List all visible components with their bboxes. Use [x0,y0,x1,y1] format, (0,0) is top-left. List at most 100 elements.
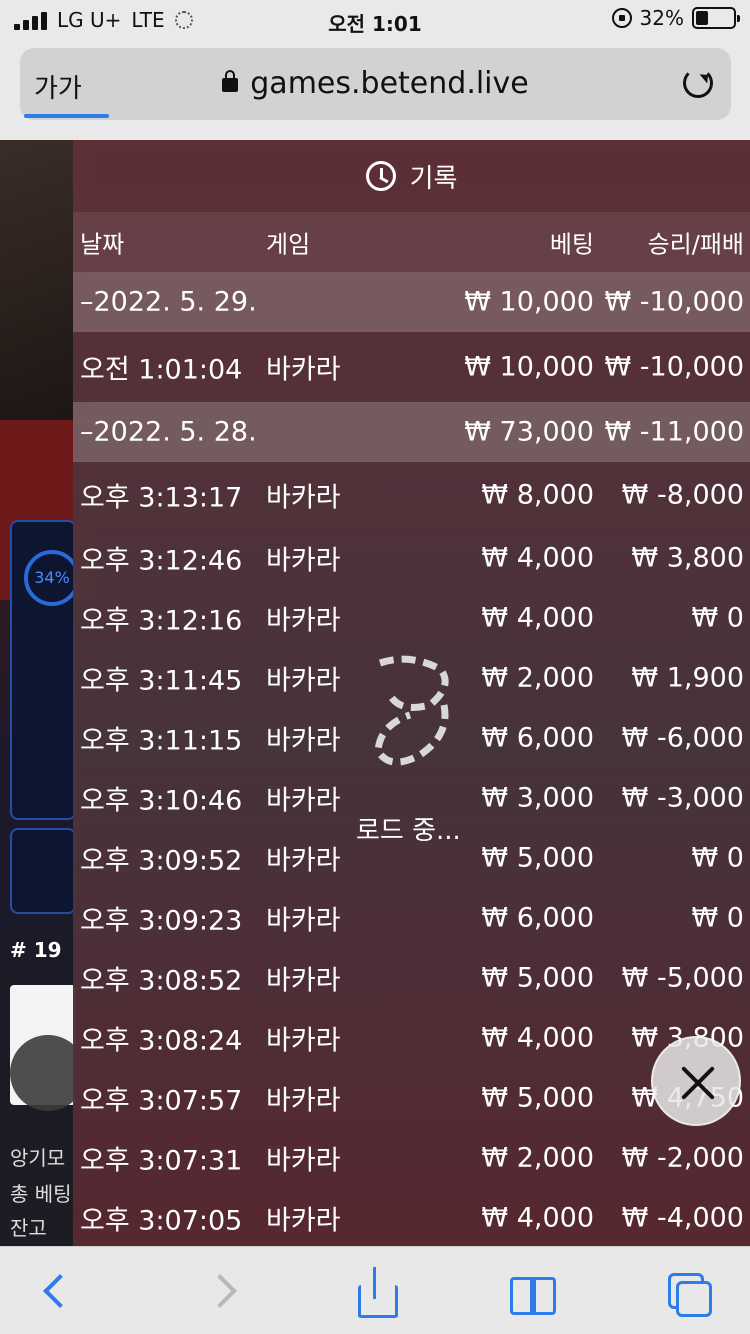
row-result: ₩ 0 [691,602,744,634]
row-game: 바카라 [266,1085,341,1117]
row-date: 오후 3:07:05 [80,1205,243,1237]
history-header: 기록 [73,140,750,212]
history-row: 오후 3:09:23 바카라 ₩ 6,000 ₩ 0 [73,888,750,948]
history-row: 오후 3:13:17 바카라 ₩ 8,000 ₩ -8,000 [73,462,750,528]
address-bar[interactable]: 가가 games.betend.live [20,48,731,120]
lock-icon [222,69,239,92]
progress-ring: 34% [24,550,80,606]
book-icon[interactable] [508,1269,556,1317]
history-row: 오후 3:12:16 바카라 ₩ 4,000 ₩ 0 [73,588,750,648]
reload-icon[interactable] [683,68,713,98]
history-row: 오후 3:07:31 바카라 ₩ 2,000 ₩ -2,000 [73,1128,750,1188]
url-text: games.betend.live [250,66,529,101]
history-row: 오후 3:08:52 바카라 ₩ 5,000 ₩ -5,000 [73,948,750,1008]
room-number: # 19 [10,938,62,962]
date-group-row[interactable]: –2022. 5. 28. ₩ 73,000 ₩ -11,000 [73,402,750,462]
rotation-lock-icon [611,8,632,28]
row-date: 오후 3:07:57 [80,1085,243,1117]
row-bet: ₩ 5,000 [481,1082,594,1114]
row-game: 바카라 [266,905,341,937]
row-date: 오후 3:09:23 [80,905,243,937]
row-date: 오전 1:01:04 [80,354,243,386]
row-date: 오후 3:09:52 [80,845,243,877]
row-date: 오후 3:13:17 [80,482,243,514]
row-date: –2022. 5. 29. [80,286,257,318]
status-bar: LG U+ LTE 오전 1:01 32% [0,0,750,40]
player-name: 앙기모 [10,1146,66,1170]
row-bet: ₩ 6,000 [481,902,594,934]
loading-text: 로드 중... [356,816,461,846]
row-date: 오후 3:12:16 [80,605,243,637]
row-result: ₩ -2,000 [621,1142,744,1174]
battery-percent: 32% [639,6,684,30]
row-date: 오후 3:08:24 [80,1025,243,1057]
game-tile-secondary [10,828,76,914]
row-result: ₩ -3,000 [621,782,744,814]
row-result: ₩ -6,000 [621,722,744,754]
row-bet: ₩ 8,000 [481,479,594,511]
column-result: 승리/패배 [647,230,744,259]
history-row: 오후 3:08:24바카라₩ 4,000₩ 3,800 [73,1008,750,1068]
row-bet: ₩ 5,000 [481,842,594,874]
row-bet: ₩ 3,000 [481,782,594,814]
table-header: 날짜 게임 베팅 승리/패배 [73,212,750,272]
row-result: ₩ 0 [691,842,744,874]
row-date: 오후 3:11:15 [80,725,243,757]
row-date: –2022. 5. 28. [80,416,257,448]
date-group-row[interactable]: –2022. 5. 29. ₩ 10,000 ₩ -10,000 [73,272,750,332]
row-game: 바카라 [266,1145,341,1177]
column-bet: 베팅 [549,230,594,259]
tabs-icon[interactable] [664,1269,712,1317]
row-bet: ₩ 73,000 [464,416,594,448]
row-result: ₩ 1,900 [631,662,744,694]
row-game: 바카라 [266,785,341,817]
loading-spinner-icon [374,655,449,766]
history-row: 오후 3:07:57바카라₩ 5,000₩ 4,750 [73,1068,750,1128]
row-result: ₩ -8,000 [621,479,744,511]
row-bet: ₩ 10,000 [464,286,594,318]
url-display[interactable]: games.betend.live [20,66,731,101]
row-bet: ₩ 2,000 [481,662,594,694]
battery-icon [692,7,740,29]
row-result: ₩ 0 [691,902,744,934]
row-bet: ₩ 4,000 [481,1022,594,1054]
share-icon[interactable] [352,1267,400,1318]
column-game: 게임 [266,230,311,259]
row-game: 바카라 [266,545,341,577]
balance-label: 잔고 [10,1216,47,1240]
row-bet: ₩ 6,000 [481,722,594,754]
row-game: 바카라 [266,1025,341,1057]
chevron-right-icon[interactable] [200,1269,248,1317]
column-date: 날짜 [80,230,125,259]
row-result: ₩ -11,000 [604,416,745,448]
history-row: 오후 3:12:46 바카라 ₩ 4,000 ₩ 3,800 [73,528,750,588]
row-date: 오후 3:12:46 [80,545,243,577]
row-result: ₩ -5,000 [621,962,744,994]
chevron-left-icon[interactable] [34,1269,82,1317]
total-bet-label: 총 베팅 [10,1182,72,1206]
row-bet: ₩ 4,000 [481,602,594,634]
history-title: 기록 [409,163,458,194]
page-load-progress [24,114,110,118]
row-game: 바카라 [266,1205,341,1237]
row-date: 오후 3:11:45 [80,665,243,697]
history-icon [365,161,396,191]
browser-chrome: 가가 games.betend.live [0,40,750,140]
row-result: ₩ -4,000 [621,1202,744,1234]
row-game: 바카라 [266,354,341,386]
row-bet: ₩ 4,000 [481,542,594,574]
history-row: 오후 3:07:05 바카라 ₩ 4,000 ₩ -4,000 [73,1188,750,1246]
row-game: 바카라 [266,665,341,697]
close-button[interactable] [651,1036,741,1126]
row-result: ₩ -10,000 [604,286,745,318]
row-game: 바카라 [266,965,341,997]
row-date: 오후 3:10:46 [80,785,243,817]
row-bet: ₩ 5,000 [481,962,594,994]
row-date: 오후 3:07:31 [80,1145,243,1177]
row-bet: ₩ 10,000 [464,351,594,383]
history-row: 오전 1:01:04 바카라 ₩ 10,000 ₩ -10,000 [73,332,750,402]
row-date: 오후 3:08:52 [80,965,243,997]
row-result: ₩ -10,000 [604,351,745,383]
row-bet: ₩ 2,000 [481,1142,594,1174]
row-game: 바카라 [266,725,341,757]
